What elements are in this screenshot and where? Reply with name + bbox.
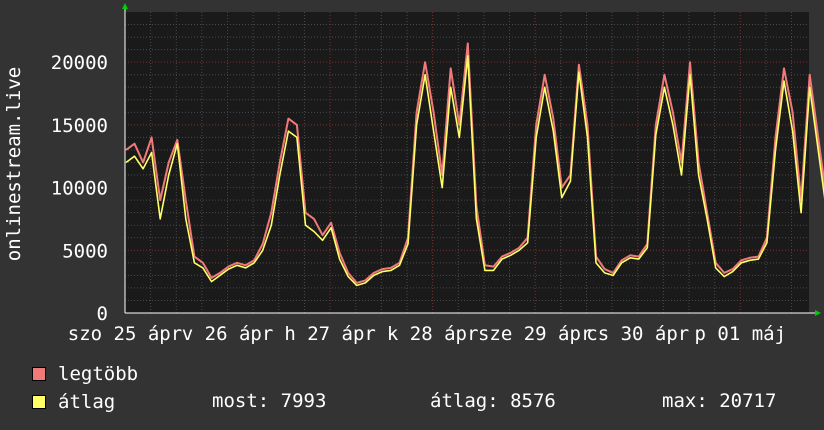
stat-avg: átlag: 8576 bbox=[430, 390, 556, 412]
x-tick-label: cs 30 ápr bbox=[586, 323, 689, 345]
y-axis-arrow bbox=[122, 3, 128, 9]
y-tick-label: 0 bbox=[97, 303, 108, 325]
stat-max: max: 20717 bbox=[662, 390, 777, 412]
legend-item-max: legtöbb bbox=[32, 363, 138, 385]
y-axis-label: onlinestream.live bbox=[3, 67, 25, 261]
x-tick-label: szo 25 ápr bbox=[68, 323, 182, 345]
y-tick-labels: 0 5000 10000 15000 20000 bbox=[51, 52, 108, 325]
x-tick-label: k 28 ápr bbox=[387, 323, 479, 345]
rrd-graph: 0 5000 10000 15000 20000 szo 25 ápr v 26 ápr h… bbox=[0, 0, 824, 430]
y-tick-label: 15000 bbox=[51, 115, 108, 137]
legend-label-avg: átlag bbox=[58, 391, 116, 413]
x-tick-label: h 27 ápr bbox=[284, 323, 376, 345]
x-tick-label: p 01 máj bbox=[695, 323, 787, 345]
legend-label-max: legtöbb bbox=[58, 363, 139, 385]
x-axis-arrow bbox=[815, 310, 821, 316]
x-tick-label: v 26 ápr bbox=[182, 323, 274, 345]
legend-swatch-avg bbox=[32, 395, 46, 409]
x-tick-labels: szo 25 ápr v 26 ápr h 27 ápr k 28 ápr sze 29… bbox=[68, 323, 786, 345]
legend-item-avg: átlag bbox=[32, 391, 115, 413]
legend-swatch-max bbox=[32, 367, 46, 381]
x-tick-label: sze 29 ápr bbox=[478, 323, 592, 345]
y-tick-label: 10000 bbox=[51, 178, 108, 200]
stat-now: most: 7993 bbox=[212, 390, 327, 412]
y-tick-label: 5000 bbox=[62, 240, 108, 262]
y-tick-label: 20000 bbox=[51, 52, 108, 74]
